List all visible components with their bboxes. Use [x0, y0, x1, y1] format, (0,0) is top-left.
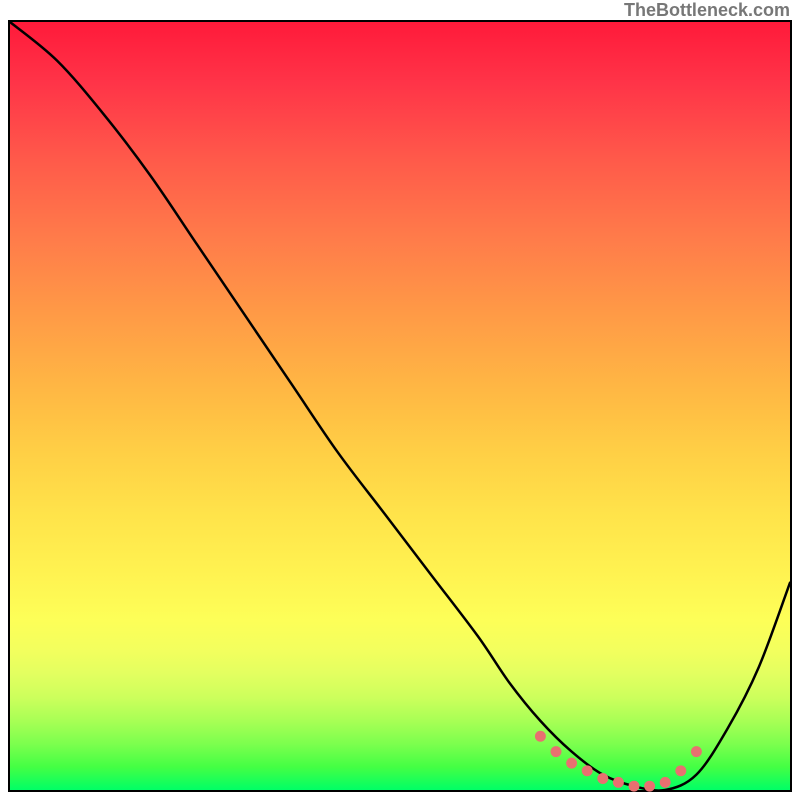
- optimal-marker-dot: [566, 758, 577, 769]
- optimal-marker-dot: [675, 765, 686, 776]
- bottleneck-curve-line: [10, 22, 790, 791]
- optimal-marker-dot: [691, 746, 702, 757]
- chart-svg: [10, 22, 790, 790]
- optimal-marker-dot: [644, 781, 655, 792]
- chart-container: TheBottleneck.com: [0, 0, 800, 800]
- optimal-marker-dot: [551, 746, 562, 757]
- optimal-marker-dot: [535, 731, 546, 742]
- optimal-marker-dot: [629, 781, 640, 792]
- optimal-marker-dot: [597, 773, 608, 784]
- watermark-text: TheBottleneck.com: [624, 0, 790, 21]
- optimal-marker-dot: [613, 777, 624, 788]
- plot-area: [8, 20, 792, 792]
- optimal-marker-dot: [582, 765, 593, 776]
- optimal-marker-dot: [660, 777, 671, 788]
